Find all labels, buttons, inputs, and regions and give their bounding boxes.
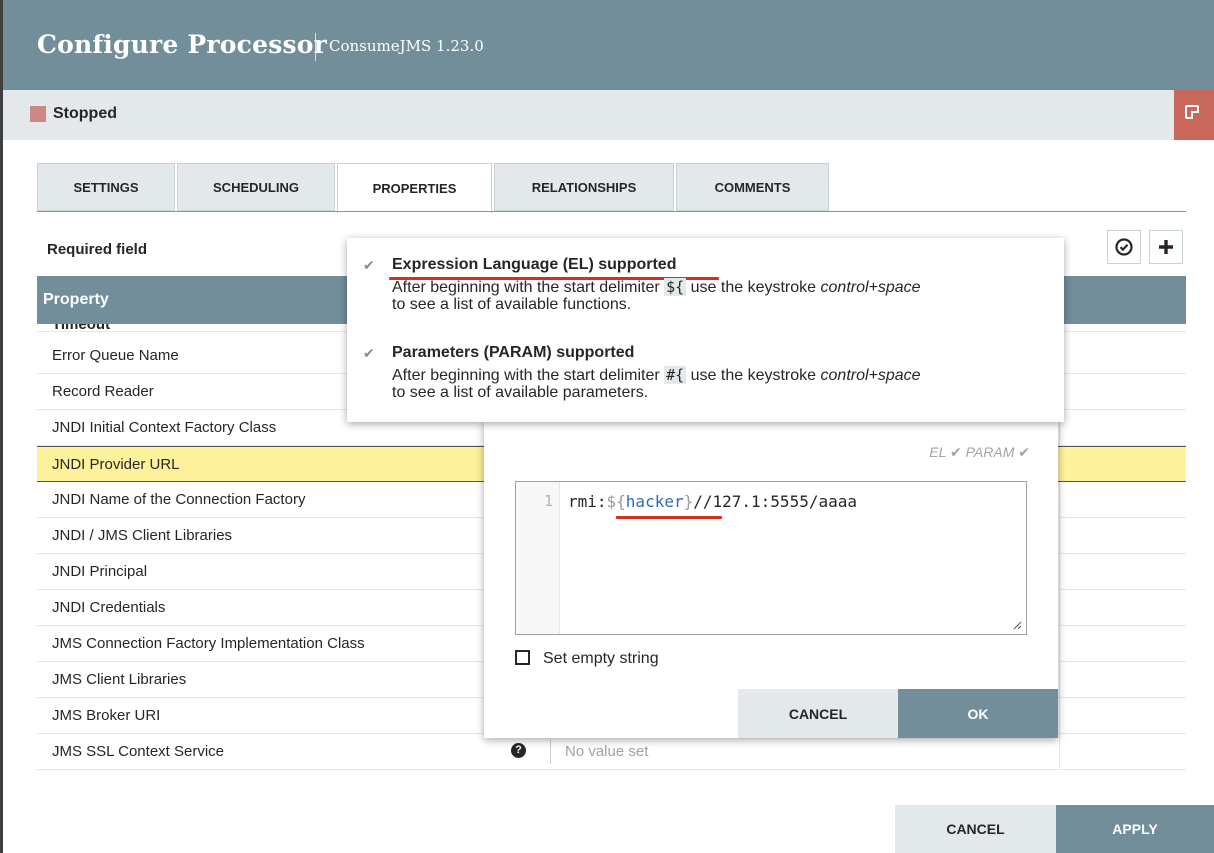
- property-name: Record Reader: [52, 383, 154, 400]
- comments-button[interactable]: [1174, 90, 1214, 140]
- partial-row-label: Timeout: [52, 324, 110, 331]
- column-divider: [1059, 447, 1060, 481]
- value-editor-dialog: EL ✔ PARAM ✔ 1 rmi:${hacker}//127.1:5555…: [484, 420, 1058, 738]
- el-open-delimiter: ${: [606, 492, 626, 511]
- code-prefix: rmi:: [568, 492, 607, 511]
- property-name: Error Queue Name: [52, 347, 179, 364]
- property-name: JNDI Name of the Connection Factory: [52, 491, 306, 508]
- column-divider: [1059, 482, 1060, 517]
- code-line[interactable]: rmi:${hacker}//127.1:5555/aaaa: [568, 492, 857, 511]
- check-icon: ✔: [363, 257, 375, 273]
- column-divider: [1059, 554, 1060, 589]
- set-empty-string-label: Set empty string: [543, 650, 659, 667]
- param-title: Parameters (PARAM) supported: [392, 344, 635, 361]
- plus-icon: [1159, 240, 1173, 254]
- line-number: 1: [543, 492, 553, 510]
- apply-button[interactable]: APPLY: [1056, 805, 1214, 853]
- tab-scheduling[interactable]: SCHEDULING: [177, 163, 335, 211]
- add-property-button[interactable]: [1149, 230, 1183, 264]
- status-label: Stopped: [53, 105, 117, 122]
- tab-relationships[interactable]: RELATIONSHIPS: [494, 163, 674, 211]
- sticky-note-icon: [1185, 105, 1199, 119]
- property-name: JMS SSL Context Service: [52, 743, 225, 760]
- el-title: Expression Language (EL) supported: [392, 256, 677, 273]
- property-name: JNDI Initial Context Factory Class: [52, 419, 277, 436]
- editor-ok-button[interactable]: OK: [898, 689, 1058, 738]
- el-param-flags: EL ✔ PARAM ✔: [929, 444, 1030, 460]
- column-divider: [1059, 518, 1060, 553]
- el-variable: hacker: [625, 492, 684, 511]
- property-value[interactable]: No value set: [565, 743, 648, 760]
- set-empty-string-checkbox[interactable]: [515, 650, 530, 665]
- property-name: JMS Broker URI: [52, 707, 161, 724]
- tab-comments[interactable]: COMMENTS: [676, 163, 829, 211]
- code-suffix: //127.1:5555/aaaa: [693, 492, 857, 511]
- property-name: JNDI Credentials: [52, 599, 166, 616]
- column-divider: [1059, 626, 1060, 661]
- el-close-delimiter: }: [683, 492, 694, 511]
- tab-properties[interactable]: PROPERTIES: [337, 163, 492, 213]
- editor-cancel-button[interactable]: CANCEL: [738, 689, 898, 738]
- property-column-header: Property: [43, 291, 109, 308]
- property-name: JMS Client Libraries: [52, 671, 187, 688]
- column-divider: [1059, 590, 1060, 625]
- dialog-subtitle: ConsumeJMS 1.23.0: [329, 37, 484, 55]
- param-description: After beginning with the start delimiter…: [392, 366, 921, 401]
- title-divider: [315, 33, 316, 61]
- required-field-label: Required field: [47, 241, 148, 258]
- resize-handle-icon[interactable]: [1013, 621, 1022, 630]
- property-name: JNDI Provider URL: [52, 456, 180, 473]
- line-gutter: 1: [516, 482, 560, 634]
- table-row[interactable]: JMS SSL Context Service ? No value set: [37, 734, 1186, 770]
- column-divider: [1059, 734, 1060, 769]
- property-name: JNDI Principal: [52, 563, 148, 580]
- status-bar: Stopped: [3, 90, 1214, 140]
- stopped-status-icon: [30, 106, 46, 122]
- value-divider: [550, 740, 551, 764]
- red-underline-annotation: [616, 516, 722, 519]
- check-circle-icon: [1115, 238, 1133, 256]
- el-help-tooltip: ✔ Expression Language (EL) supported Aft…: [347, 238, 1064, 422]
- help-icon[interactable]: ?: [511, 743, 526, 758]
- tab-divider: [37, 211, 1186, 212]
- tab-settings[interactable]: SETTINGS: [37, 163, 175, 211]
- property-name: JMS Connection Factory Implementation Cl…: [52, 635, 365, 652]
- property-name: JNDI / JMS Client Libraries: [52, 527, 233, 544]
- dialog-title: Configure Processor: [37, 30, 328, 59]
- el-description: After beginning with the start delimiter…: [392, 278, 921, 313]
- cancel-button[interactable]: CANCEL: [895, 805, 1056, 853]
- verify-properties-button[interactable]: [1107, 230, 1141, 264]
- dialog-header: Configure Processor ConsumeJMS 1.23.0: [3, 0, 1214, 90]
- check-icon: ✔: [363, 345, 375, 361]
- column-divider: [1059, 698, 1060, 733]
- column-divider: [1059, 662, 1060, 697]
- code-editor[interactable]: 1 rmi:${hacker}//127.1:5555/aaaa: [515, 481, 1027, 635]
